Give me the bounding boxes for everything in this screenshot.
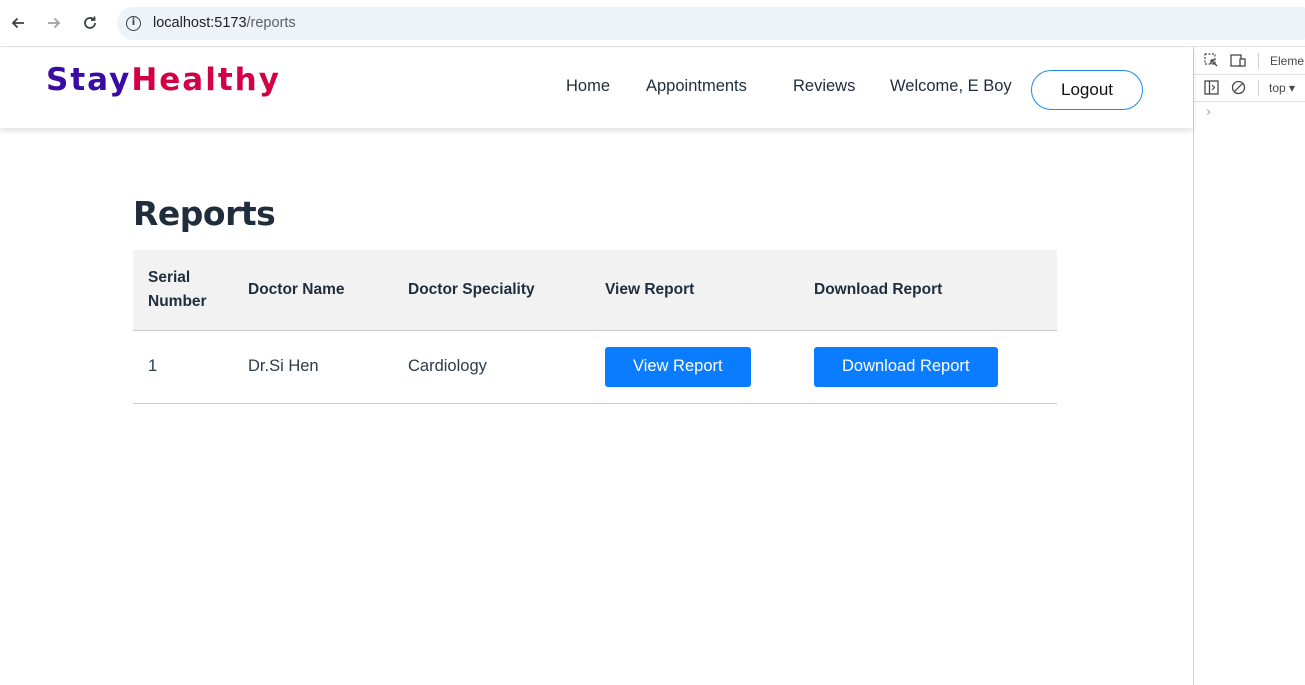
view-report-button[interactable]: View Report	[605, 346, 751, 387]
header-doctor-speciality: Doctor Speciality	[408, 280, 535, 298]
elements-tab[interactable]: Eleme	[1270, 54, 1304, 68]
table-header: Serial Number Doctor Name Doctor Speciali…	[133, 250, 1057, 330]
nav-appointments[interactable]: Appointments	[646, 77, 747, 96]
nav-home[interactable]: Home	[566, 77, 610, 96]
clear-console-icon[interactable]	[1230, 80, 1246, 96]
toolbar-divider	[1258, 80, 1259, 96]
devtools-panel: Eleme top ▾ ›	[1193, 47, 1305, 685]
brand-part-stay: Stay	[46, 62, 132, 98]
url-text[interactable]: localhost:5173/reports	[153, 15, 296, 31]
app-header: StayHealthy Home Appointments Reviews We…	[0, 48, 1193, 128]
url-path: /reports	[246, 15, 296, 31]
cell-speciality: Cardiology	[408, 357, 487, 375]
context-selector[interactable]: top ▾	[1269, 81, 1295, 95]
arrow-left-icon[interactable]	[7, 12, 29, 34]
header-serial-label: Serial Number	[148, 268, 207, 310]
sidebar-toggle-icon[interactable]	[1203, 80, 1219, 96]
nav-reviews[interactable]: Reviews	[793, 77, 855, 96]
browser-toolbar: i localhost:5173/reports	[0, 0, 1305, 47]
brand-logo[interactable]: StayHealthy	[46, 62, 281, 98]
reload-icon[interactable]	[79, 12, 101, 34]
header-serial-number: Serial Number	[133, 250, 233, 330]
arrow-right-icon[interactable]	[43, 12, 65, 34]
info-icon[interactable]: i	[126, 16, 141, 31]
header-download-report: Download Report	[814, 280, 943, 298]
chevron-down-icon: ▾	[1289, 81, 1296, 95]
header-doctor-name: Doctor Name	[248, 280, 345, 298]
cell-serial: 1	[148, 357, 158, 375]
cell-doctor-name: Dr.Si Hen	[248, 357, 319, 375]
devtools-toolbar: Eleme	[1194, 47, 1305, 75]
welcome-text: Welcome, E Boy	[890, 77, 1012, 95]
console-prompt-icon[interactable]: ›	[1206, 105, 1211, 120]
download-report-button[interactable]: Download Report	[814, 346, 998, 387]
device-toolbar-icon[interactable]	[1230, 53, 1246, 69]
page-title: Reports	[133, 194, 276, 233]
cell-view-report: View Report	[590, 330, 799, 403]
reports-table: Serial Number Doctor Name Doctor Speciali…	[133, 250, 1057, 404]
header-view-report: View Report	[605, 280, 695, 298]
cell-download-report: Download Report	[799, 330, 1057, 403]
table-header-row: Serial Number Doctor Name Doctor Speciali…	[133, 250, 1057, 330]
url-host: localhost:5173	[153, 15, 247, 31]
logout-button[interactable]: Logout	[1031, 70, 1143, 110]
address-bar[interactable]: i localhost:5173/reports	[117, 7, 1305, 40]
toolbar-divider	[1258, 53, 1259, 69]
brand-part-healthy: Healthy	[131, 62, 281, 98]
console-toolbar: top ▾	[1194, 75, 1305, 102]
inspect-element-icon[interactable]	[1203, 53, 1219, 69]
table-row: 1 Dr.Si Hen Cardiology View Report Downl…	[133, 330, 1057, 403]
context-label: top	[1269, 81, 1286, 95]
table-body: 1 Dr.Si Hen Cardiology View Report Downl…	[133, 330, 1057, 403]
